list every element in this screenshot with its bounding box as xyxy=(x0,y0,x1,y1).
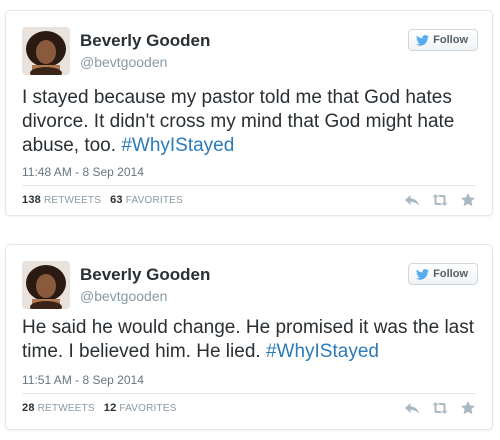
twitter-bird-icon xyxy=(416,34,430,46)
tweet-text: He said he would change. He promised it … xyxy=(22,316,482,364)
favorites-label: FAVORITES xyxy=(125,195,183,206)
avatar[interactable] xyxy=(22,27,70,75)
tweet-actions xyxy=(404,192,476,208)
tweet-body: He said he would change. He promised it … xyxy=(22,317,475,362)
retweet-icon[interactable] xyxy=(432,400,448,416)
tweet-card: Beverly Gooden @bevtgooden Follow He sai… xyxy=(5,244,493,430)
favorite-star-icon[interactable] xyxy=(460,192,476,208)
favorite-count[interactable]: 12 xyxy=(104,402,117,414)
follow-button[interactable]: Follow xyxy=(408,263,478,285)
retweet-icon[interactable] xyxy=(432,192,448,208)
tweet-text: I stayed because my pastor told me that … xyxy=(22,86,482,158)
author-handle[interactable]: @bevtgooden xyxy=(80,288,167,304)
divider xyxy=(22,393,476,394)
author-name[interactable]: Beverly Gooden xyxy=(80,265,210,285)
tweet-timestamp[interactable]: 11:48 AM - 8 Sep 2014 xyxy=(22,165,144,179)
reply-icon[interactable] xyxy=(404,400,420,416)
twitter-bird-icon xyxy=(416,268,430,280)
tweet-card: Beverly Gooden @bevtgooden Follow I stay… xyxy=(5,10,493,216)
author-name[interactable]: Beverly Gooden xyxy=(80,31,210,51)
reply-icon[interactable] xyxy=(404,192,420,208)
tweet-stats: 28 RETWEETS 12 FAVORITES xyxy=(22,402,177,414)
tweet-stats: 138 RETWEETS 63 FAVORITES xyxy=(22,194,183,206)
divider xyxy=(22,185,476,186)
retweet-count[interactable]: 138 xyxy=(22,194,41,206)
hashtag-link[interactable]: #WhyIStayed xyxy=(121,135,234,156)
follow-label: Follow xyxy=(433,268,468,280)
follow-button[interactable]: Follow xyxy=(408,29,478,51)
tweet-timestamp[interactable]: 11:51 AM - 8 Sep 2014 xyxy=(22,373,144,387)
favorite-star-icon[interactable] xyxy=(460,400,476,416)
retweets-label: RETWEETS xyxy=(37,403,95,414)
author-handle[interactable]: @bevtgooden xyxy=(80,54,167,70)
favorites-label: FAVORITES xyxy=(119,403,177,414)
hashtag-link[interactable]: #WhyIStayed xyxy=(266,341,379,362)
avatar[interactable] xyxy=(22,261,70,309)
retweets-label: RETWEETS xyxy=(43,195,102,206)
follow-label: Follow xyxy=(433,34,468,46)
tweet-actions xyxy=(404,400,476,416)
tweet-body: I stayed because my pastor told me that … xyxy=(22,87,455,156)
retweet-count[interactable]: 28 xyxy=(22,402,35,414)
favorite-count[interactable]: 63 xyxy=(110,194,123,206)
